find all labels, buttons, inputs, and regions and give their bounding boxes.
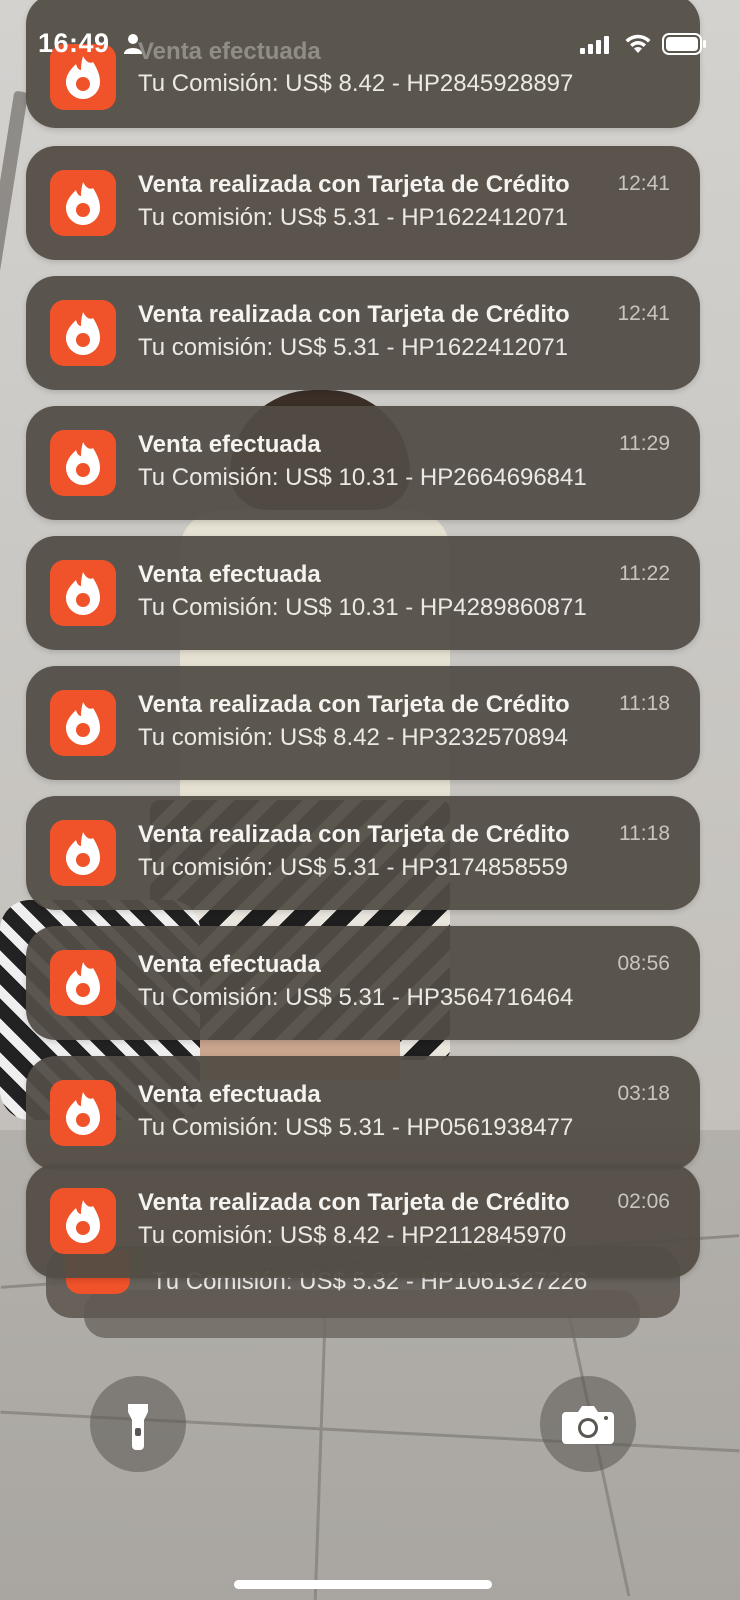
notification-body: Tu comisión: US$ 5.31 - HP1622412071: [138, 204, 569, 231]
notification-time: 02:06: [617, 1190, 670, 1213]
notification-title: Venta realizada con Tarjeta de Crédito: [138, 691, 570, 718]
notification-card[interactable]: Venta efectuada Tu Comisión: US$ 5.31 - H…: [26, 1056, 700, 1170]
notification-card[interactable]: Venta realizada con Tarjeta de Crédito Tu…: [26, 666, 700, 780]
notification-time: 08:56: [617, 952, 670, 975]
app-icon: [50, 950, 116, 1016]
notification-title: Venta realizada con Tarjeta de Crédito: [138, 171, 570, 198]
hotmart-flame-icon: [66, 1200, 100, 1243]
home-indicator[interactable]: [234, 1580, 492, 1589]
notification-card[interactable]: Venta realizada con Tarjeta de Crédito Tu…: [26, 1164, 700, 1278]
flashlight-icon: [128, 1404, 148, 1450]
notification-body: Tu Comisión: US$ 5.31 - HP0561938477: [138, 1114, 574, 1141]
hotmart-flame-icon: [66, 182, 100, 225]
notification-card[interactable]: Venta efectuada Tu Comisión: US$ 10.31 - …: [26, 536, 700, 650]
notification-body: Tu comisión: US$ 8.42 - HP2112845970: [138, 1222, 567, 1249]
notification-time: 03:18: [617, 1082, 670, 1105]
notification-time: 11:22: [619, 562, 670, 585]
notification-time: 12:41: [617, 172, 670, 195]
hotmart-flame-icon: [66, 572, 100, 615]
app-icon: [50, 300, 116, 366]
person-icon: [124, 34, 142, 54]
app-icon: [50, 820, 116, 886]
notification-time: 11:18: [619, 822, 670, 845]
notification-card[interactable]: Venta realizada con Tarjeta de Crédito Tu…: [26, 146, 700, 260]
camera-button[interactable]: [540, 1376, 636, 1472]
notification-title: Venta realizada con Tarjeta de Crédito: [138, 1189, 570, 1216]
notification-title: Venta realizada con Tarjeta de Crédito: [138, 821, 570, 848]
hotmart-flame-icon: [66, 442, 100, 485]
notification-time: 12:41: [617, 302, 670, 325]
notification-card[interactable]: Venta efectuada Tu Comisión: US$ 10.31 - …: [26, 406, 700, 520]
app-icon: [50, 1080, 116, 1146]
app-icon: [50, 170, 116, 236]
notification-card[interactable]: Venta realizada con Tarjeta de Crédito Tu…: [26, 796, 700, 910]
wifi-icon: [625, 34, 651, 53]
cellular-signal-icon: [580, 36, 609, 54]
notification-title: Venta realizada con Tarjeta de Crédito: [138, 301, 570, 328]
notification-time: 11:29: [619, 432, 670, 455]
hotmart-flame-icon: [66, 962, 100, 1005]
notification-card[interactable]: Venta efectuada Tu Comisión: US$ 5.31 - H…: [26, 926, 700, 1040]
notification-body: Tu comisión: US$ 8.42 - HP3232570894: [138, 724, 569, 751]
hotmart-flame-icon: [66, 832, 100, 875]
status-bar: 16:49: [0, 0, 740, 90]
hotmart-flame-icon: [66, 312, 100, 355]
app-icon: [50, 690, 116, 756]
notification-body: Tu Comisión: US$ 10.31 - HP4289860871: [138, 594, 587, 621]
notification-title: Venta efectuada: [138, 1081, 321, 1108]
flashlight-button[interactable]: [90, 1376, 186, 1472]
notification-body: Tu comisión: US$ 5.31 - HP3174858559: [138, 854, 569, 881]
notification-body: Tu Comisión: US$ 10.31 - HP2664696841: [138, 464, 587, 491]
notification-body: Tu Comisión: US$ 5.31 - HP3564716464: [138, 984, 574, 1011]
notification-title: Venta efectuada: [138, 431, 321, 458]
notification-title: Venta efectuada: [138, 561, 321, 588]
app-icon: [50, 1188, 116, 1254]
notification-time: 11:18: [619, 692, 670, 715]
notification-title: Venta efectuada: [138, 951, 321, 978]
hotmart-flame-icon: [66, 1092, 100, 1135]
battery-icon: [662, 33, 706, 55]
camera-icon: [562, 1406, 614, 1444]
app-icon: [50, 560, 116, 626]
notification-body: Tu comisión: US$ 5.31 - HP1622412071: [138, 334, 569, 361]
notification-card[interactable]: Venta realizada con Tarjeta de Crédito Tu…: [26, 276, 700, 390]
status-time: 16:49: [38, 28, 110, 58]
hotmart-flame-icon: [66, 702, 100, 745]
app-icon: [50, 430, 116, 496]
